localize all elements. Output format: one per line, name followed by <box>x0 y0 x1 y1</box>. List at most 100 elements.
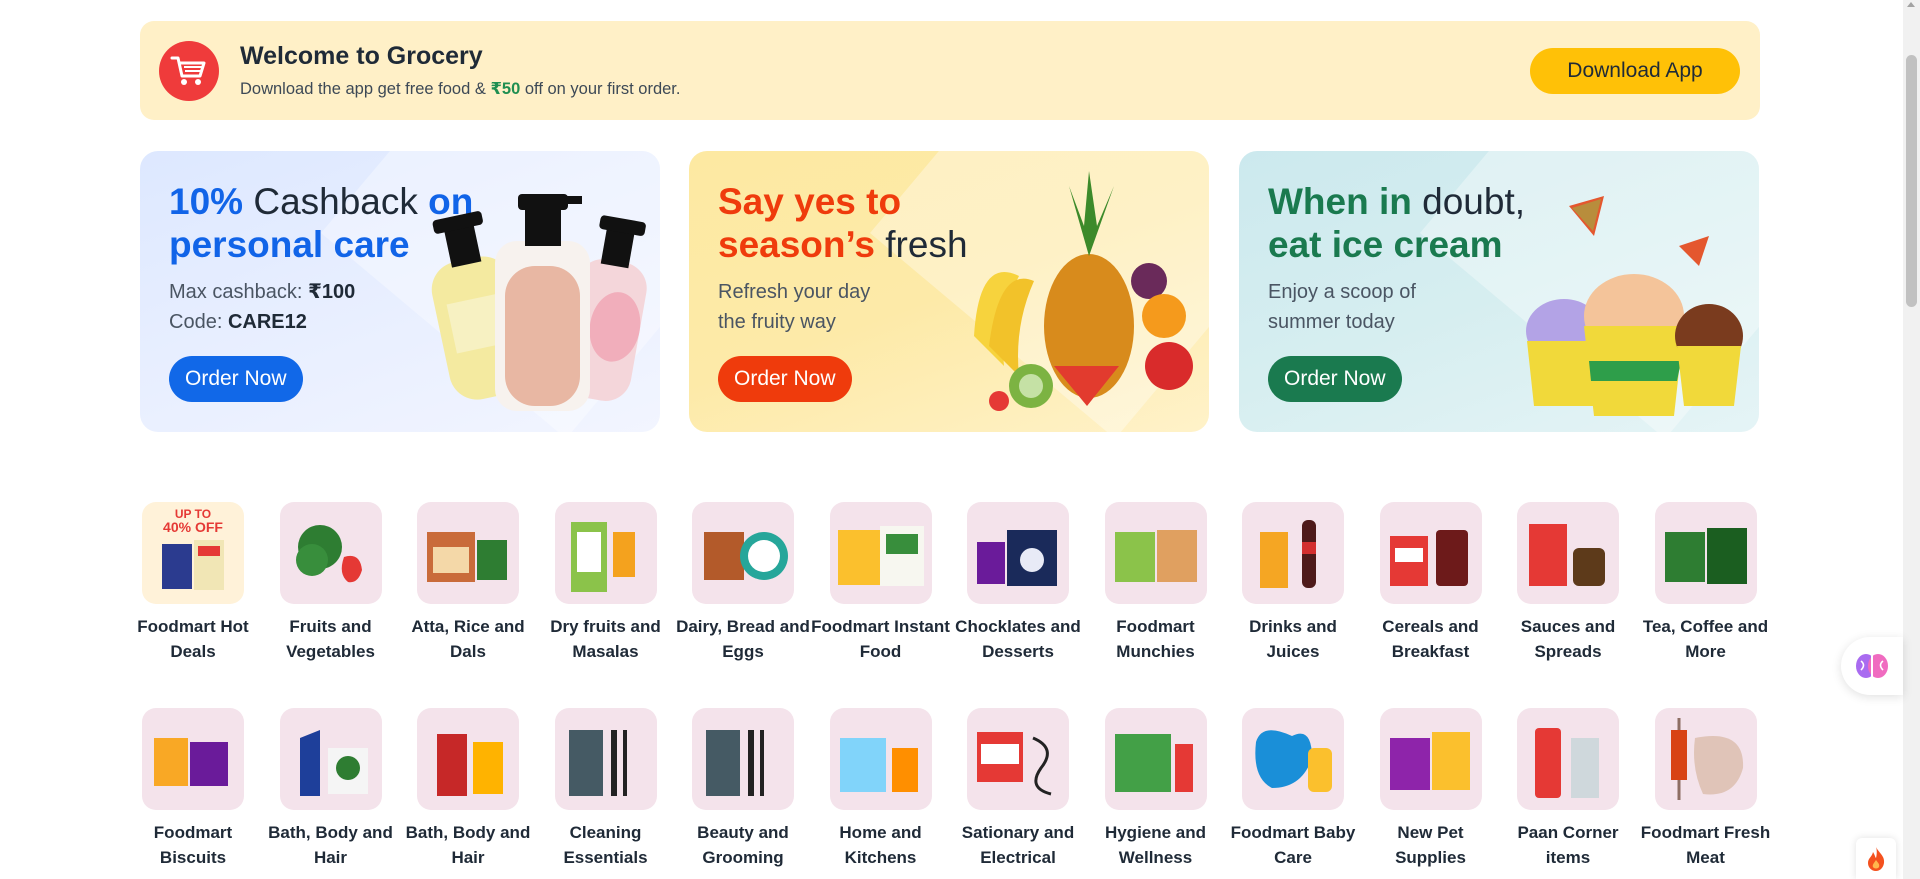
category-image[interactable] <box>417 708 519 810</box>
welcome-banner: Welcome to Grocery Download the app get … <box>140 21 1760 120</box>
category-item[interactable]: Foodmart Instant Food <box>811 502 951 664</box>
category-label[interactable]: Dry fruits and Masalas <box>536 615 676 664</box>
scroll-thumb[interactable] <box>1906 55 1917 307</box>
category-item[interactable]: Foodmart Fresh Meat <box>1636 708 1776 870</box>
category-item[interactable]: Hygiene and Wellness <box>1086 708 1226 870</box>
promo-text-part: Max cashback: <box>169 281 308 303</box>
category-image[interactable] <box>142 708 244 810</box>
scroll-up-arrow-icon[interactable] <box>1907 2 1915 7</box>
promo-text-line: the fruity way <box>718 311 836 333</box>
category-label[interactable]: Fruits and Vegetables <box>261 615 401 664</box>
category-image[interactable] <box>554 708 657 810</box>
promo-text-part: ₹100 <box>307 281 356 303</box>
category-label[interactable]: Foodmart Instant Food <box>811 615 951 664</box>
page-scrollbar[interactable] <box>1903 0 1920 879</box>
category-label[interactable]: Foodmart Baby Care <box>1223 821 1363 870</box>
category-item[interactable]: Tea, Coffee and More <box>1636 502 1776 664</box>
promo-text-part: CARE12 <box>227 311 307 333</box>
category-item[interactable]: Cereals and Breakfast <box>1361 502 1501 664</box>
category-label[interactable]: Bath, Body and Hair <box>261 821 401 870</box>
category-image[interactable] <box>554 502 657 604</box>
category-image[interactable] <box>1654 708 1757 810</box>
category-item[interactable]: Foodmart Munchies <box>1086 502 1226 664</box>
category-item[interactable]: Dry fruits and Masalas <box>536 502 676 664</box>
category-image[interactable] <box>1104 708 1207 810</box>
category-label[interactable]: Drinks and Juices <box>1223 615 1363 664</box>
brain-icon[interactable] <box>1841 637 1903 695</box>
category-label[interactable]: Beauty and Grooming <box>673 821 813 870</box>
category-item[interactable]: Dairy, Bread and Eggs <box>673 502 813 664</box>
category-image[interactable] <box>692 502 794 604</box>
promo-card-ice-cream: When in doubt, eat ice cream Enjoy a scoo… <box>1239 151 1759 432</box>
category-label[interactable]: Foodmart Munchies <box>1086 615 1226 664</box>
category-image[interactable] <box>829 502 932 604</box>
category-image[interactable]: UP TO 40% OFF <box>142 502 244 604</box>
category-image[interactable] <box>1379 502 1482 604</box>
category-label[interactable]: Bath, Body and Hair <box>398 821 538 870</box>
category-image[interactable] <box>967 708 1069 810</box>
order-now-button[interactable]: Order Now <box>718 356 852 402</box>
promo-heading-part: Cashback <box>243 181 429 222</box>
category-item[interactable]: New Pet Supplies <box>1361 708 1501 870</box>
category-item[interactable]: Atta, Rice and Dals <box>398 502 538 664</box>
category-item[interactable]: Paan Corner items <box>1498 708 1638 870</box>
category-label[interactable]: Foodmart Hot Deals <box>123 615 263 664</box>
download-app-button[interactable]: Download App <box>1530 48 1740 94</box>
category-image[interactable] <box>417 502 519 604</box>
fire-icon[interactable] <box>1856 838 1896 879</box>
category-item[interactable]: Home and Kitchens <box>811 708 951 870</box>
order-now-button[interactable]: Order Now <box>1268 356 1402 402</box>
category-item[interactable]: Foodmart Baby Care <box>1223 708 1363 870</box>
category-item[interactable]: Fruits and Vegetables <box>261 502 401 664</box>
category-image[interactable] <box>279 502 382 604</box>
category-image[interactable] <box>1517 708 1619 810</box>
category-item[interactable]: Bath, Body and Hair <box>261 708 401 870</box>
category-image[interactable] <box>1242 708 1344 810</box>
welcome-title: Welcome to Grocery <box>240 42 483 70</box>
category-image[interactable] <box>692 708 794 810</box>
category-item[interactable]: Sauces and Spreads <box>1498 502 1638 664</box>
promo-text: Max cashback: ₹100 Code: CARE12 <box>169 277 429 337</box>
category-image[interactable] <box>1379 708 1482 810</box>
category-label[interactable]: Sationary and Electrical <box>948 821 1088 870</box>
category-image[interactable] <box>279 708 382 810</box>
category-item[interactable]: Drinks and Juices <box>1223 502 1363 664</box>
promo-text-part: Code: <box>169 311 228 333</box>
category-label[interactable]: Cereals and Breakfast <box>1361 615 1501 664</box>
ice-cream-cups-image <box>1526 196 1743 416</box>
category-label[interactable]: Foodmart Fresh Meat <box>1636 821 1776 870</box>
fruit-basket-image <box>974 171 1193 411</box>
category-label[interactable]: Cleaning Essentials <box>536 821 676 870</box>
promo-heading-part: eat ice cream <box>1268 224 1503 265</box>
category-image[interactable] <box>1517 502 1619 604</box>
welcome-sub-amount: ₹50 <box>490 80 521 98</box>
deal-tag-line: 40% OFF <box>163 519 223 535</box>
category-label[interactable]: Sauces and Spreads <box>1498 615 1638 664</box>
category-item[interactable]: Beauty and Grooming <box>673 708 813 870</box>
category-item[interactable]: Bath, Body and Hair <box>398 708 538 870</box>
category-item[interactable]: Cleaning Essentials <box>536 708 676 870</box>
deal-tag: UP TO 40% OFF <box>142 508 244 535</box>
category-label[interactable]: Paan Corner items <box>1498 821 1638 870</box>
category-label[interactable]: Hygiene and Wellness <box>1086 821 1226 870</box>
category-label[interactable]: Tea, Coffee and More <box>1636 615 1776 664</box>
welcome-subtitle: Download the app get free food & ₹50 off… <box>240 79 680 99</box>
category-image[interactable] <box>967 502 1069 604</box>
promo-text: Enjoy a scoop of summer today <box>1268 277 1528 337</box>
category-label[interactable]: Foodmart Biscuits <box>123 821 263 870</box>
category-label[interactable]: Chocklates and Desserts <box>948 615 1088 664</box>
category-image[interactable] <box>1654 502 1757 604</box>
category-label[interactable]: Home and Kitchens <box>811 821 951 870</box>
category-label[interactable]: New Pet Supplies <box>1361 821 1501 870</box>
category-image[interactable] <box>1104 502 1207 604</box>
category-item[interactable]: Foodmart Biscuits <box>123 708 263 870</box>
promo-text-line: summer today <box>1268 311 1395 333</box>
category-image[interactable] <box>1242 502 1344 604</box>
category-label[interactable]: Dairy, Bread and Eggs <box>673 615 813 664</box>
category-item[interactable]: Sationary and Electrical <box>948 708 1088 870</box>
category-item[interactable]: Chocklates and Desserts <box>948 502 1088 664</box>
category-item[interactable]: UP TO 40% OFF Foodmart Hot Deals <box>123 502 263 664</box>
category-image[interactable] <box>829 708 932 810</box>
order-now-button[interactable]: Order Now <box>169 356 303 402</box>
category-label[interactable]: Atta, Rice and Dals <box>398 615 538 664</box>
